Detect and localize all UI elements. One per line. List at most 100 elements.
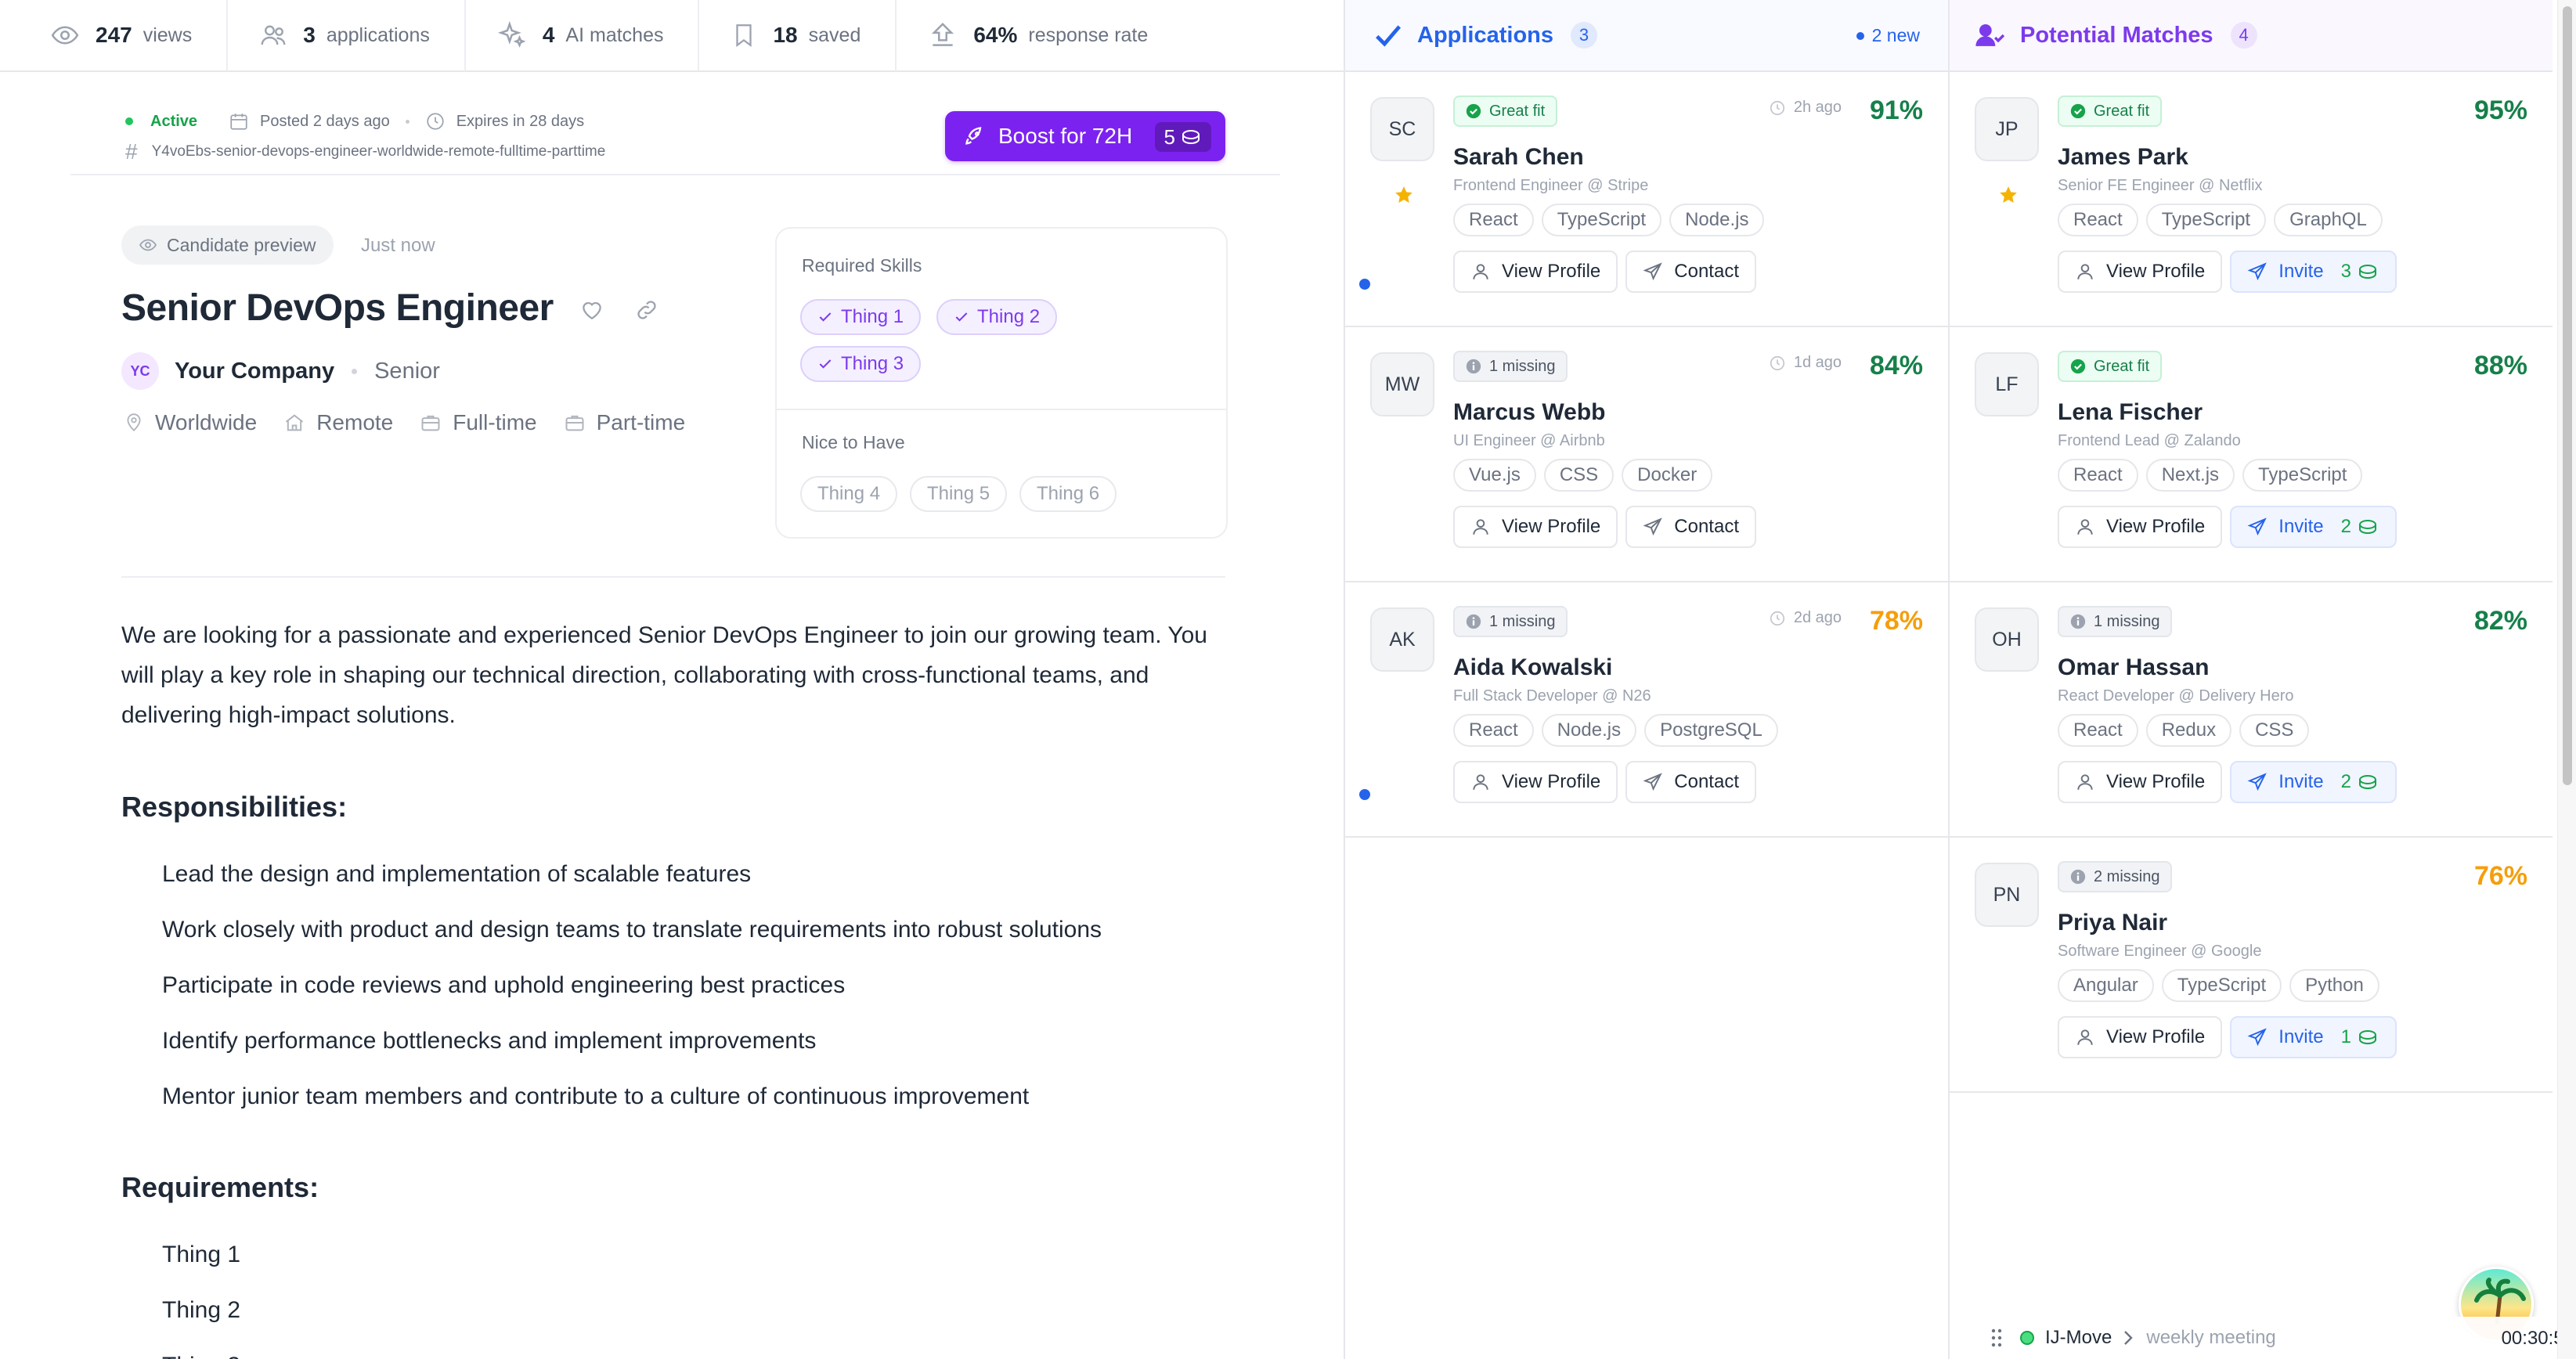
user-icon [1473, 264, 1488, 279]
stat-label: AI matches [565, 23, 664, 46]
new-applications-indicator: 2 new [1856, 25, 1920, 46]
application-card[interactable]: SC Great fit 2h ago 91% Sarah Chen Frontend E… [1345, 72, 1948, 327]
clock-icon [1770, 611, 1784, 625]
check-circle-icon [1466, 103, 1481, 119]
info-icon [2070, 869, 2086, 885]
coin-icon [1180, 128, 1202, 146]
user-icon [2075, 1027, 2095, 1047]
separator [352, 368, 358, 374]
candidate-role: UI Engineer @ Airbnb [1453, 432, 1605, 449]
user-icon [2075, 261, 2095, 282]
candidate-name[interactable]: Sarah Chen [1453, 144, 1584, 171]
bookmark-icon [731, 21, 757, 49]
applications-column: Applications 3 2 new SC Great fit 2h ago 91… [1345, 0, 1950, 1359]
skill-tag: CSS [2239, 714, 2310, 747]
invite-button[interactable]: Invite 3 [2230, 251, 2397, 293]
send-icon [2247, 262, 2268, 281]
view-profile-label: View Profile [2106, 261, 2206, 282]
candidate-name[interactable]: Omar Hassan [2058, 654, 2209, 681]
contact-button[interactable]: Contact [1625, 761, 1756, 803]
candidate-avatar: OH [1975, 607, 2039, 672]
hash-icon: # [125, 139, 138, 164]
nice-to-have-title: Nice to Have [802, 432, 905, 452]
user-icon [2077, 774, 2093, 790]
required-skills-title: Required Skills [802, 255, 922, 276]
candidate-name[interactable]: Priya Nair [2058, 910, 2167, 936]
boost-cost: 5 [1164, 124, 1175, 149]
view-profile-button[interactable]: View Profile [2058, 761, 2223, 803]
user-icon [1473, 519, 1488, 535]
contact-button[interactable]: Contact [1625, 506, 1756, 548]
view-profile-button[interactable]: View Profile [2058, 251, 2223, 293]
fit-badge: 2 missing [2058, 861, 2173, 892]
online-status-dot [2020, 1331, 2034, 1345]
user-icon [2077, 264, 2093, 279]
meeting-status-bar[interactable]: IJ-Move weekly meeting 00:30:52 [1957, 1317, 2576, 1359]
match-card[interactable]: LF Great fit 88% Lena Fischer Frontend Lead … [1950, 327, 2553, 582]
location-label: Worldwide [155, 410, 258, 434]
view-profile-button[interactable]: View Profile [1453, 506, 1618, 548]
skill-label: Thing 3 [841, 353, 904, 374]
chevron-right-icon [2123, 1329, 2134, 1346]
candidate-skills: Angular TypeScript Python [2058, 969, 2387, 1002]
clock-icon [1770, 100, 1784, 115]
candidate-skills: Vue.js CSS Docker [1453, 459, 1720, 492]
card-actions: View Profile Contact [1453, 761, 1764, 803]
boost-button[interactable]: Boost for 72H 5 [945, 111, 1225, 161]
sparkles-icon [497, 20, 527, 50]
star-icon [1394, 185, 1414, 205]
view-profile-button[interactable]: View Profile [1453, 761, 1618, 803]
nice-skill-chip: Thing 6 [1019, 476, 1117, 512]
info-icon [1466, 359, 1481, 374]
invite-cost-value: 2 [2340, 516, 2352, 537]
invite-button[interactable]: Invite 1 [2230, 1016, 2397, 1058]
candidate-name[interactable]: Lena Fischer [2058, 399, 2203, 426]
invite-button[interactable]: Invite 2 [2230, 761, 2397, 803]
clock-icon [425, 111, 446, 132]
candidate-name[interactable]: Aida Kowalski [1453, 654, 1612, 681]
briefcase-icon [564, 412, 586, 434]
invite-button[interactable]: Invite 2 [2230, 506, 2397, 548]
match-card[interactable]: OH 1 missing 82% Omar Hassan React Developer… [1950, 582, 2553, 838]
company-name[interactable]: Your Company [175, 359, 334, 384]
requirement-item: Thing 1 [162, 1242, 241, 1267]
check-icon [817, 356, 833, 372]
applied-time: 2d ago [1769, 609, 1842, 627]
job-detail-panel: 247 views 3 applications 4 AI matches 18… [0, 0, 1345, 1359]
company-row: YC Your Company Senior [121, 352, 440, 390]
coin-icon [2356, 263, 2379, 280]
view-profile-button[interactable]: View Profile [1453, 251, 1618, 293]
stat-label: views [143, 23, 193, 46]
invite-cost: 1 [2341, 1026, 2379, 1048]
candidate-name[interactable]: Marcus Webb [1453, 399, 1606, 426]
fit-label: 1 missing [1489, 357, 1556, 375]
meeting-name: weekly meeting [2146, 1327, 2276, 1348]
scroll-thumb[interactable] [2563, 6, 2572, 785]
match-card[interactable]: PN 2 missing 76% Priya Nair Software Enginee… [1950, 838, 2553, 1093]
star-icon [1998, 185, 2019, 205]
view-profile-button[interactable]: View Profile [2058, 1016, 2223, 1058]
nice-skill-chip: Thing 5 [910, 476, 1008, 512]
scrollbar[interactable] [2557, 0, 2576, 1359]
link-icon[interactable] [634, 297, 659, 323]
heart-icon[interactable] [579, 297, 604, 323]
view-profile-button[interactable]: View Profile [2058, 506, 2223, 548]
candidate-name[interactable]: James Park [2058, 144, 2188, 171]
drag-handle-icon[interactable] [1990, 1327, 2003, 1349]
invite-label: Invite [2278, 516, 2324, 537]
application-card[interactable]: AK 1 missing 2d ago 78% Aida Kowalski Full St… [1345, 582, 1948, 838]
user-icon [1470, 772, 1491, 792]
candidate-avatar: PN [1975, 863, 2039, 927]
info-icon [1466, 359, 1481, 374]
skill-tag: Redux [2145, 714, 2232, 747]
responsibility-item: Identify performance bottlenecks and imp… [162, 1028, 817, 1054]
stat-response-rate: 64% response rate [928, 0, 1182, 71]
stats-bar: 247 views 3 applications 4 AI matches 18… [0, 0, 1344, 72]
clock-icon [1769, 355, 1786, 372]
candidate-skills: React TypeScript GraphQL [2058, 204, 2390, 236]
skill-tag: React [1453, 714, 1534, 747]
fit-label: Great fit [2094, 357, 2150, 375]
application-card[interactable]: MW 1 missing 1d ago 84% Marcus Webb UI Engine… [1345, 327, 1948, 582]
match-card[interactable]: JP Great fit 95% James Park Senior FE Engine… [1950, 72, 2553, 327]
contact-button[interactable]: Contact [1625, 251, 1756, 293]
